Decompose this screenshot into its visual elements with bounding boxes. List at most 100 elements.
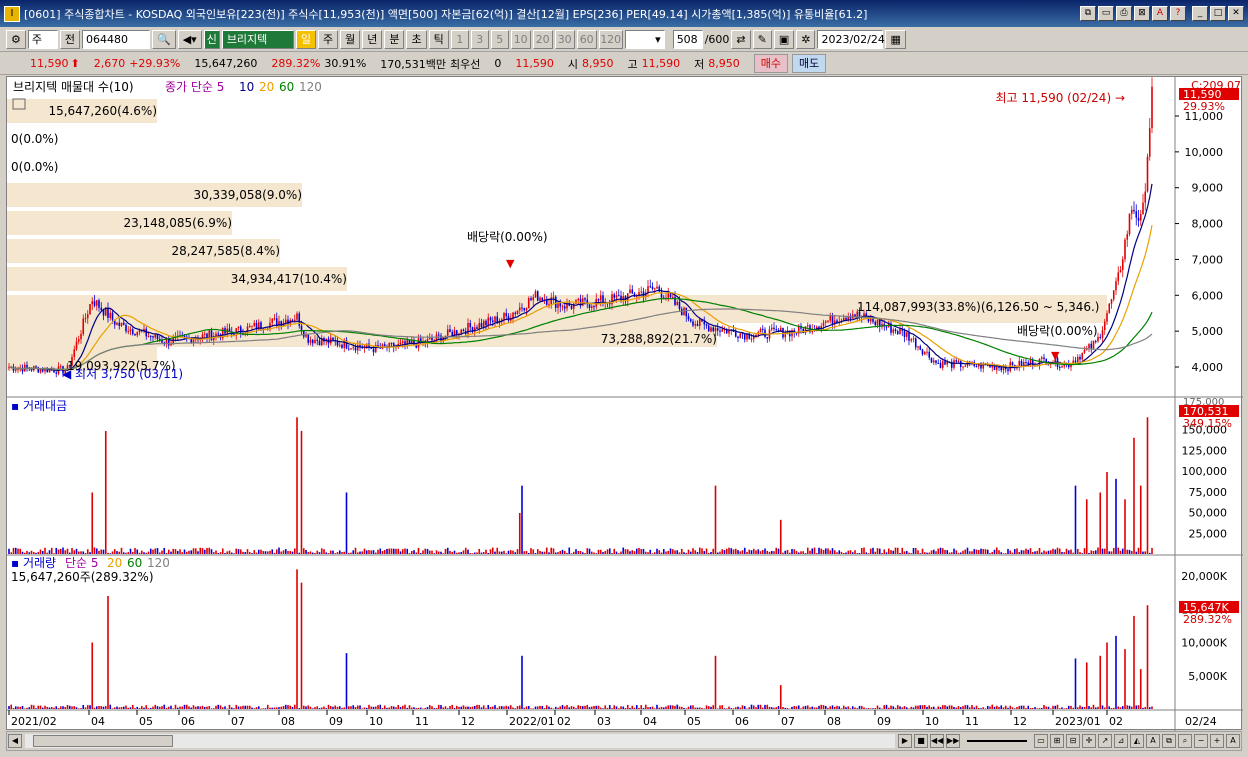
split-icon[interactable]: ⊟	[1066, 734, 1080, 748]
paint-icon[interactable]: ◭	[1130, 734, 1144, 748]
amount-bar	[732, 549, 735, 554]
interval-button[interactable]: 30	[554, 30, 575, 49]
zoom-in-icon[interactable]: +	[1210, 734, 1224, 748]
amount-bar	[629, 551, 631, 554]
period-month-button[interactable]: 월	[340, 30, 361, 49]
interval-button[interactable]: 20	[532, 30, 553, 49]
interval-button[interactable]: 60	[576, 30, 597, 49]
font-size-icon[interactable]: A	[1226, 734, 1240, 748]
amount-bar	[689, 551, 692, 554]
amount-bar	[401, 549, 404, 554]
buy-button[interactable]: 매수	[753, 54, 789, 73]
period-day-button[interactable]: 일	[295, 30, 316, 49]
code-input[interactable]: 064480	[82, 30, 150, 49]
volume-bar	[903, 706, 906, 709]
minimize-panel-icon[interactable]: ▭	[1098, 6, 1114, 21]
volume-value: 15,647,260	[194, 57, 258, 70]
amount-bar	[338, 550, 341, 554]
calendar-icon[interactable]: ▦	[885, 30, 906, 49]
speaker-icon[interactable]: ◀▾	[177, 30, 202, 49]
date-input[interactable]: 2023/02/24	[817, 30, 885, 49]
layout-icon[interactable]: ▭	[1034, 734, 1048, 748]
help-icon[interactable]: ?	[1170, 6, 1186, 21]
interval-button[interactable]: 3	[470, 30, 489, 49]
copy-icon[interactable]: ⧉	[1162, 734, 1176, 748]
search-icon[interactable]: 🔍	[152, 30, 176, 49]
chart-svg[interactable]: 11,00010,0009,0008,0007,0006,0005,0004,0…	[7, 77, 1243, 731]
interval-button[interactable]: 5	[490, 30, 509, 49]
crosshair-icon[interactable]: ✛	[1082, 734, 1096, 748]
candle-body	[1025, 362, 1027, 364]
period-tick-button[interactable]: 틱	[428, 30, 449, 49]
volume-bar	[446, 708, 449, 709]
volume-bar	[230, 707, 233, 709]
amount-bar	[901, 547, 904, 554]
close-button[interactable]: ✕	[1228, 6, 1244, 21]
play-icon[interactable]: ▶	[898, 734, 912, 748]
candle-body	[480, 323, 483, 328]
interval-button[interactable]: 10	[510, 30, 531, 49]
count-input[interactable]: 508	[672, 30, 703, 49]
interval-button[interactable]: 1	[450, 30, 469, 49]
zoom-out-icon[interactable]: −	[1194, 734, 1208, 748]
amount-bar	[419, 552, 422, 554]
volume-bar	[35, 708, 37, 709]
volume-profile-label: 73,288,892(21.7%)	[601, 332, 717, 346]
tile-icon[interactable]: ⊠	[1134, 6, 1150, 21]
draw-icon[interactable]: ✎	[752, 30, 772, 49]
save-icon[interactable]: ▣	[773, 30, 795, 49]
amount-bar	[356, 552, 359, 554]
next-icon[interactable]: ▶▶	[946, 734, 960, 748]
text-icon[interactable]: A	[1146, 734, 1160, 748]
settings-icon[interactable]: ⚙	[6, 30, 26, 49]
stop-icon[interactable]: ■	[914, 734, 928, 748]
candle-body	[253, 322, 256, 326]
period-week-button[interactable]: 주	[317, 30, 339, 49]
volume-bar	[989, 706, 991, 709]
volume-bar	[1110, 707, 1113, 709]
font-icon[interactable]: A	[1152, 6, 1168, 21]
volume-bar	[874, 708, 877, 709]
volume-bar	[530, 708, 532, 709]
amount-bar	[516, 549, 519, 554]
interval-button[interactable]: 120	[598, 30, 623, 49]
period-sec-button[interactable]: 초	[406, 30, 427, 49]
scope-button[interactable]: 전	[59, 30, 80, 49]
grid-icon[interactable]: ⊞	[1050, 734, 1064, 748]
chart-area[interactable]: 11,000 10,000 9,000 8,000 7,000 6,000 5,000 4,0…	[6, 76, 1243, 731]
candle-body	[921, 349, 924, 355]
candle-body	[125, 324, 127, 332]
config-icon[interactable]: ✲	[796, 30, 816, 49]
amount-bar	[649, 549, 652, 554]
volume-bar	[921, 705, 924, 709]
amount-bar	[309, 551, 312, 554]
period-year-button[interactable]: 년	[362, 30, 383, 49]
amount-bar	[917, 550, 919, 554]
measure-icon[interactable]: ⊿	[1114, 734, 1128, 748]
link-icon[interactable]: ⧉	[1080, 6, 1096, 21]
market-select[interactable]: 주	[27, 30, 58, 49]
minimize-button[interactable]: _	[1192, 6, 1208, 21]
amount-bar	[462, 550, 465, 554]
scroll-thumb[interactable]	[33, 735, 173, 747]
trend-icon[interactable]: ↗	[1098, 734, 1112, 748]
volume-bar	[775, 707, 778, 709]
sell-button[interactable]: 매도	[792, 54, 827, 73]
zoom-slider[interactable]	[967, 740, 1027, 742]
maximize-button[interactable]: □	[1210, 6, 1226, 21]
volume-bar	[937, 706, 940, 709]
period-min-button[interactable]: 분	[384, 30, 405, 49]
amount-bar	[318, 552, 321, 554]
company-name[interactable]: 브리지텍	[221, 30, 294, 49]
prev-icon[interactable]: ◀◀	[930, 734, 944, 748]
scrollbar[interactable]	[25, 734, 895, 748]
volume-bar	[741, 705, 744, 709]
candle-body	[885, 326, 888, 328]
volume-bar	[575, 708, 577, 709]
scroll-left-icon[interactable]: ◀	[8, 734, 22, 748]
zoom-icon[interactable]: ⌕	[1178, 734, 1192, 748]
compare-icon[interactable]: ⇄	[731, 30, 751, 49]
interval-dropdown[interactable]: ▾	[624, 30, 665, 49]
amount-bar	[719, 551, 721, 554]
print-icon[interactable]: ⎙	[1116, 6, 1132, 21]
